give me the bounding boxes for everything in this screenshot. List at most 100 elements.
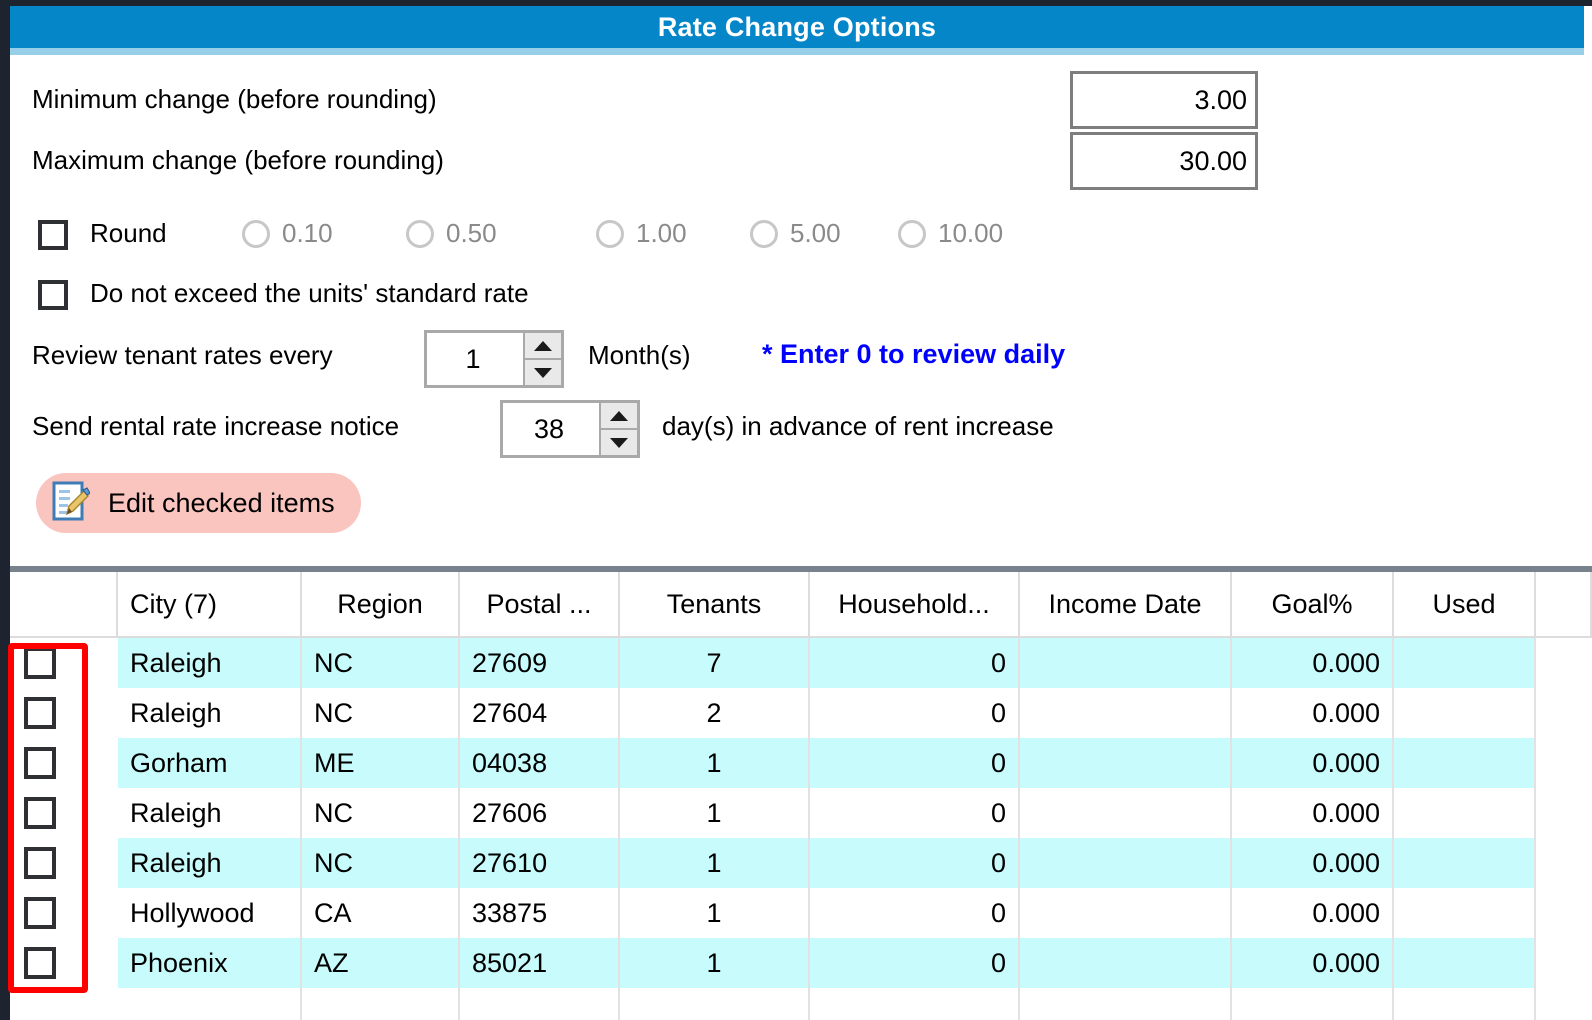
radio-option-10-00[interactable]: 10.00	[898, 218, 1003, 249]
header-cell-city[interactable]: City (7)	[118, 572, 302, 636]
cell-income-date	[1020, 838, 1232, 888]
cell-postal: 04038	[460, 738, 620, 788]
cell-postal: 33875	[460, 888, 620, 938]
row-checkbox-cell[interactable]	[10, 938, 118, 988]
radio-label: 0.50	[446, 218, 497, 248]
cell-filler	[1536, 838, 1592, 888]
row-checkbox[interactable]	[24, 647, 56, 679]
row-checkbox-cell[interactable]	[10, 738, 118, 788]
edit-checked-items-button[interactable]: Edit checked items	[36, 473, 361, 533]
cell-used	[1394, 938, 1536, 988]
cell-region: ME	[302, 738, 460, 788]
cell-region: AZ	[302, 938, 460, 988]
cell-used	[1394, 638, 1536, 688]
radio-option-5-00[interactable]: 5.00	[750, 218, 841, 249]
cell-income-date	[1020, 638, 1232, 688]
header-cell-household[interactable]: Household...	[810, 572, 1020, 636]
row-checkbox[interactable]	[24, 747, 56, 779]
radio-option-0-50[interactable]: 0.50	[406, 218, 497, 249]
radio-circle-icon	[242, 219, 270, 248]
row-checkbox-cell[interactable]	[10, 888, 118, 938]
header-cell-checkbox	[10, 572, 118, 636]
cell-goal: 0.000	[1232, 938, 1394, 988]
cell-region: NC	[302, 788, 460, 838]
cell-region: NC	[302, 838, 460, 888]
radio-option-1-00[interactable]: 1.00	[596, 218, 687, 249]
cell-postal: 27604	[460, 688, 620, 738]
stepper-up-button[interactable]	[525, 333, 561, 358]
cell-filler	[1536, 738, 1592, 788]
header-cell-goal[interactable]: Goal%	[1232, 572, 1394, 636]
review-daily-hint: * Enter 0 to review daily	[762, 339, 1066, 369]
stepper-up-button[interactable]	[601, 403, 637, 428]
header-cell-postal[interactable]: Postal ...	[460, 572, 620, 636]
row-checkbox[interactable]	[24, 897, 56, 929]
cell-goal	[1232, 988, 1394, 1020]
cell-tenants	[620, 988, 810, 1020]
row-checkbox-cell[interactable]	[10, 838, 118, 888]
stepper-down-button[interactable]	[601, 428, 637, 455]
cell-goal: 0.000	[1232, 888, 1394, 938]
cell-household: 0	[810, 788, 1020, 838]
row-checkbox[interactable]	[24, 797, 56, 829]
cell-city: Raleigh	[118, 788, 302, 838]
cell-tenants: 1	[620, 788, 810, 838]
header-cell-region[interactable]: Region	[302, 572, 460, 636]
cell-filler	[1536, 688, 1592, 738]
table-row[interactable]: Gorham ME 04038 1 0 0.000	[10, 738, 1592, 788]
cell-city: Raleigh	[118, 838, 302, 888]
rate-change-data-grid[interactable]: City (7) Region Postal ... Tenants House…	[10, 572, 1592, 1020]
cell-tenants: 1	[620, 938, 810, 988]
review-months-buttons	[523, 333, 561, 385]
table-row[interactable]: Raleigh NC 27610 1 0 0.000	[10, 838, 1592, 888]
cell-goal: 0.000	[1232, 688, 1394, 738]
radio-option-0-10[interactable]: 0.10	[242, 218, 333, 249]
review-months-value[interactable]: 1	[427, 333, 523, 385]
round-checkbox[interactable]	[38, 220, 68, 250]
row-checkbox-cell[interactable]	[10, 688, 118, 738]
table-row[interactable]: Raleigh NC 27609 7 0 0.000	[10, 638, 1592, 688]
notice-days-stepper[interactable]: 38	[500, 400, 640, 458]
minimum-change-input[interactable]: 3.00	[1070, 71, 1258, 129]
cell-income-date	[1020, 738, 1232, 788]
do-not-exceed-label: Do not exceed the units' standard rate	[90, 278, 529, 308]
table-row[interactable]: Raleigh NC 27606 1 0 0.000	[10, 788, 1592, 838]
row-checkbox[interactable]	[24, 947, 56, 979]
table-row[interactable]: Hollywood CA 33875 1 0 0.000	[10, 888, 1592, 938]
cell-city: Hollywood	[118, 888, 302, 938]
row-checkbox-cell[interactable]	[10, 788, 118, 838]
cell-used	[1394, 888, 1536, 938]
cell-tenants: 7	[620, 638, 810, 688]
table-row[interactable]: Raleigh NC 27604 2 0 0.000	[10, 688, 1592, 738]
notice-days-value[interactable]: 38	[503, 403, 599, 455]
do-not-exceed-checkbox[interactable]	[38, 280, 68, 310]
radio-label: 0.10	[282, 218, 333, 248]
cell-filler	[1536, 638, 1592, 688]
triangle-up-icon	[610, 410, 628, 421]
table-row-partial[interactable]	[10, 988, 1592, 1020]
page-title: Rate Change Options	[657, 11, 937, 42]
header-cell-tenants[interactable]: Tenants	[620, 572, 810, 636]
row-checkbox-cell[interactable]	[10, 638, 118, 688]
table-row[interactable]: Phoenix AZ 85021 1 0 0.000	[10, 938, 1592, 988]
minimum-change-label: Minimum change (before rounding)	[32, 84, 437, 114]
cell-region: NC	[302, 638, 460, 688]
cell-region: CA	[302, 888, 460, 938]
row-checkbox[interactable]	[24, 847, 56, 879]
cell-goal: 0.000	[1232, 638, 1394, 688]
cell-used	[1394, 788, 1536, 838]
header-cell-income-date[interactable]: Income Date	[1020, 572, 1232, 636]
header-cell-used[interactable]: Used	[1394, 572, 1536, 636]
radio-label: 5.00	[790, 218, 841, 248]
review-months-stepper[interactable]: 1	[424, 330, 564, 388]
cell-used	[1394, 988, 1536, 1020]
row-checkbox[interactable]	[24, 697, 56, 729]
cell-region	[302, 988, 460, 1020]
maximum-change-input[interactable]: 30.00	[1070, 132, 1258, 190]
row-checkbox-cell[interactable]	[10, 988, 118, 1020]
cell-household: 0	[810, 938, 1020, 988]
stepper-down-button[interactable]	[525, 358, 561, 385]
cell-goal: 0.000	[1232, 788, 1394, 838]
maximum-change-label: Maximum change (before rounding)	[32, 145, 444, 175]
cell-filler	[1536, 788, 1592, 838]
